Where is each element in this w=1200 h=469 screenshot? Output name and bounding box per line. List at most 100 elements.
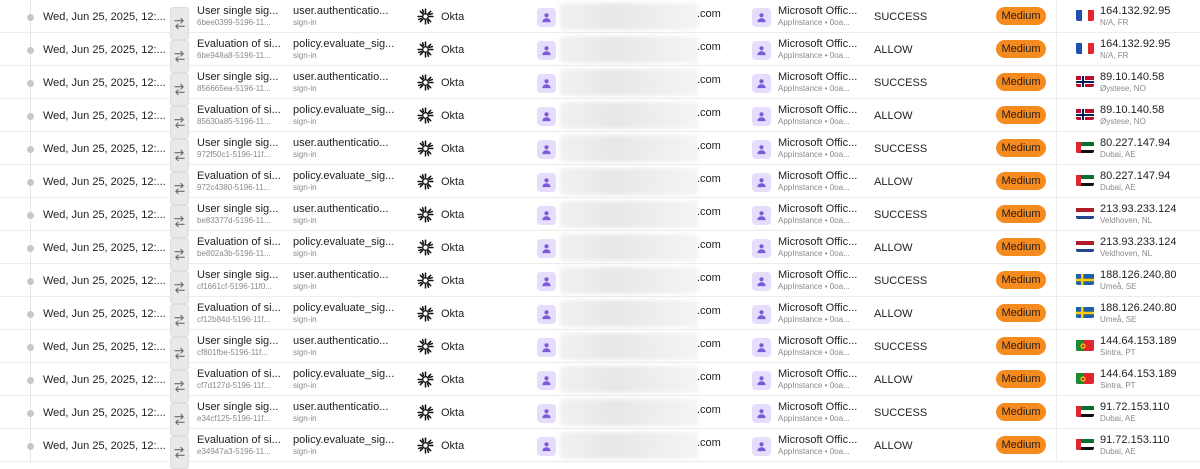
outcome: SUCCESS [874, 142, 928, 155]
target-cell[interactable]: Microsoft Offic... AppInstance • 0oa... [778, 33, 862, 66]
target-cell[interactable]: Microsoft Offic... AppInstance • 0oa... [778, 396, 862, 429]
table-row[interactable]: Wed, Jun 25, 2025, 12:... Evaluation of … [0, 360, 1200, 403]
target-cell[interactable]: Microsoft Offic... AppInstance • 0oa... [778, 0, 862, 33]
table-row[interactable]: Wed, Jun 25, 2025, 12:... User single si… [0, 63, 1200, 106]
target-cell[interactable]: Microsoft Offic... AppInstance • 0oa... [778, 363, 862, 396]
ip-cell[interactable]: 188.126.240.80 Umeå, SE [1100, 264, 1200, 297]
table-row[interactable]: Wed, Jun 25, 2025, 12:... User single si… [0, 393, 1200, 436]
outcome: SUCCESS [874, 340, 928, 353]
source-name: Okta [441, 307, 465, 320]
event-name: Evaluation of si... [197, 38, 281, 50]
event-name-cell[interactable]: Evaluation of si... cf12b84d-5196-11f... [197, 297, 281, 330]
event-name-cell[interactable]: Evaluation of si... e34947a3-5196-11... [197, 429, 281, 462]
table-row[interactable]: Wed, Jun 25, 2025, 12:... Evaluation of … [0, 228, 1200, 271]
ip-cell[interactable]: 188.126.240.80 Umeå, SE [1100, 297, 1200, 330]
table-row[interactable]: Wed, Jun 25, 2025, 12:... Evaluation of … [0, 30, 1200, 73]
source-name: Okta [441, 43, 465, 56]
target-name: Microsoft Offic... [778, 302, 858, 314]
ip-cell[interactable]: 164.132.92.95 N/A, FR [1100, 0, 1200, 33]
event-name-cell[interactable]: Evaluation of si... cf7d127d-5196-11f... [197, 363, 281, 396]
table-row[interactable]: Wed, Jun 25, 2025, 12:... Evaluation of … [0, 426, 1200, 469]
actor-domain[interactable]: .com [697, 162, 721, 195]
table-row[interactable]: Wed, Jun 25, 2025, 12:... Evaluation of … [0, 162, 1200, 205]
target-cell[interactable]: Microsoft Offic... AppInstance • 0oa... [778, 264, 862, 297]
event-name-cell[interactable]: Evaluation of si... 85630a85-5196-11... [197, 99, 281, 132]
actor-domain[interactable]: .com [697, 0, 721, 30]
event-name: User single sig... [197, 71, 279, 83]
ip-cell[interactable]: 89.10.140.58 Øystese, NO [1100, 66, 1200, 99]
event-name-cell[interactable]: User single sig... cf801fbe-5196-11f... [197, 330, 281, 363]
table-row[interactable]: Wed, Jun 25, 2025, 12:... Evaluation of … [0, 294, 1200, 337]
event-name-cell[interactable]: User single sig... 6bee0399-5196-11... [197, 0, 281, 33]
actor-domain[interactable]: .com [697, 195, 721, 228]
ip-cell[interactable]: 89.10.140.58 Øystese, NO [1100, 99, 1200, 132]
event-type-cell: policy.evaluate_sig... sign-in [293, 297, 394, 330]
actor-domain[interactable]: .com [697, 294, 721, 327]
severity-badge: Medium [996, 73, 1046, 91]
target-cell[interactable]: Microsoft Offic... AppInstance • 0oa... [778, 198, 862, 231]
table-row[interactable]: Wed, Jun 25, 2025, 12:... User single si… [0, 261, 1200, 304]
actor-domain[interactable]: .com [697, 129, 721, 162]
ip-cell[interactable]: 213.93.233.124 Veldhoven, NL [1100, 231, 1200, 264]
target-cell[interactable]: Microsoft Offic... AppInstance • 0oa... [778, 429, 862, 462]
target-cell[interactable]: Microsoft Offic... AppInstance • 0oa... [778, 66, 862, 99]
flag-pt-icon [1076, 339, 1094, 351]
target-cell[interactable]: Microsoft Offic... AppInstance • 0oa... [778, 132, 862, 165]
event-id: cf801fbe-5196-11f... [197, 348, 269, 357]
table-row[interactable]: Wed, Jun 25, 2025, 12:... User single si… [0, 327, 1200, 370]
redacted-actor [560, 135, 698, 162]
timestamp: Wed, Jun 25, 2025, 12:... [43, 373, 166, 386]
ip-cell[interactable]: 91.72.153.110 Dubai, AE [1100, 396, 1200, 429]
app-avatar-icon [752, 173, 771, 192]
event-id: be83377d-5196-11... [197, 216, 271, 225]
event-type: policy.evaluate_sig... [293, 104, 395, 116]
actor-domain[interactable]: .com [697, 96, 721, 129]
actor-domain[interactable]: .com [697, 393, 721, 426]
table-row[interactable]: Wed, Jun 25, 2025, 12:... Evaluation of … [0, 96, 1200, 139]
event-category: sign-in [293, 249, 317, 258]
actor-domain[interactable]: .com [697, 327, 721, 360]
event-name-cell[interactable]: User single sig... e34cf125-5196-11f... [197, 396, 281, 429]
outcome: SUCCESS [874, 406, 928, 419]
actor-domain[interactable]: .com [697, 30, 721, 63]
source-name: Okta [441, 109, 465, 122]
timestamp: Wed, Jun 25, 2025, 12:... [43, 10, 166, 23]
ip-cell[interactable]: 91.72.153.110 Dubai, AE [1100, 429, 1200, 462]
event-name-cell[interactable]: Evaluation of si... 972c4380-5196-11... [197, 165, 281, 198]
event-name-cell[interactable]: User single sig... 972f50c1-5196-11f... [197, 132, 281, 165]
event-id: cf1661cf-5196-11f0... [197, 282, 273, 291]
target-cell[interactable]: Microsoft Offic... AppInstance • 0oa... [778, 99, 862, 132]
table-row[interactable]: Wed, Jun 25, 2025, 12:... User single si… [0, 129, 1200, 172]
location: Umeå, SE [1100, 282, 1137, 291]
ip-cell[interactable]: 144.64.153.189 Sintra, PT [1100, 363, 1200, 396]
timestamp: Wed, Jun 25, 2025, 12:... [43, 109, 166, 122]
event-name-cell[interactable]: User single sig... 856665ea-5196-11... [197, 66, 281, 99]
target-cell[interactable]: Microsoft Offic... AppInstance • 0oa... [778, 165, 862, 198]
event-category: sign-in [293, 414, 317, 423]
target-cell[interactable]: Microsoft Offic... AppInstance • 0oa... [778, 231, 862, 264]
timeline-dot [27, 14, 34, 21]
table-row[interactable]: Wed, Jun 25, 2025, 12:... User single si… [0, 0, 1200, 40]
actor-domain[interactable]: .com [697, 228, 721, 261]
location: Dubai, AE [1100, 150, 1136, 159]
target-cell[interactable]: Microsoft Offic... AppInstance • 0oa... [778, 297, 862, 330]
ip-cell[interactable]: 144.64.153.189 Sintra, PT [1100, 330, 1200, 363]
ip-cell[interactable]: 213.93.233.124 Veldhoven, NL [1100, 198, 1200, 231]
table-row[interactable]: Wed, Jun 25, 2025, 12:... User single si… [0, 195, 1200, 238]
timeline-dot [27, 410, 34, 417]
event-name-cell[interactable]: User single sig... be83377d-5196-11... [197, 198, 281, 231]
ip-cell[interactable]: 164.132.92.95 N/A, FR [1100, 33, 1200, 66]
actor-domain[interactable]: .com [697, 63, 721, 96]
ip-cell[interactable]: 80.227.147.94 Dubai, AE [1100, 132, 1200, 165]
actor-domain[interactable]: .com [697, 426, 721, 459]
event-name-cell[interactable]: Evaluation of si... 6be948a8-5196-11... [197, 33, 281, 66]
actor-domain[interactable]: .com [697, 261, 721, 294]
event-name-cell[interactable]: User single sig... cf1661cf-5196-11f0... [197, 264, 281, 297]
actor-domain[interactable]: .com [697, 360, 721, 393]
timestamp: Wed, Jun 25, 2025, 12:... [43, 307, 166, 320]
timeline-dot [27, 443, 34, 450]
ip-cell[interactable]: 80.227.147.94 Dubai, AE [1100, 165, 1200, 198]
event-name-cell[interactable]: Evaluation of si... be802a3b-5196-11... [197, 231, 281, 264]
timeline-dot [27, 311, 34, 318]
target-cell[interactable]: Microsoft Offic... AppInstance • 0oa... [778, 330, 862, 363]
